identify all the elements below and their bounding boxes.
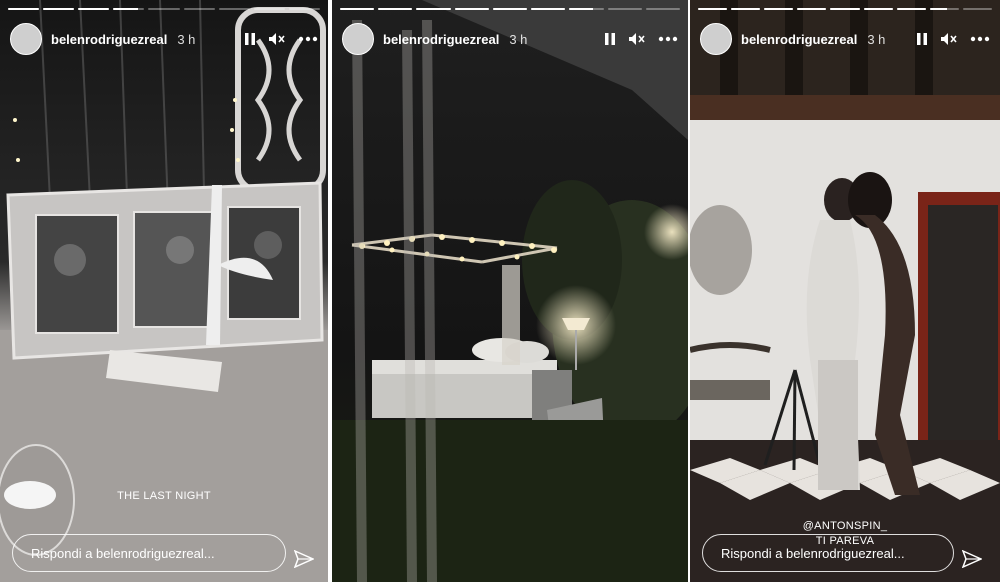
progress-segment	[569, 8, 594, 10]
mute-icon[interactable]	[940, 32, 958, 46]
progress-segment	[531, 8, 566, 10]
send-icon[interactable]	[294, 550, 314, 568]
avatar[interactable]	[342, 23, 374, 55]
mute-icon[interactable]	[268, 32, 286, 46]
progress-segment	[378, 8, 413, 10]
progress-bar	[340, 8, 680, 10]
story-panel-2[interactable]: belenrodriguezreal 3 h	[332, 0, 688, 582]
progress-segment	[454, 8, 489, 10]
progress-segment	[863, 8, 893, 10]
progress-segment	[340, 8, 375, 10]
progress-segment	[113, 8, 139, 10]
more-icon[interactable]	[658, 36, 678, 42]
mute-icon[interactable]	[628, 32, 646, 46]
timestamp: 3 h	[867, 31, 886, 47]
progress-segment	[43, 8, 75, 10]
pause-icon[interactable]	[604, 32, 616, 46]
send-icon[interactable]	[962, 550, 982, 568]
story-caption: THE LAST NIGHT	[117, 490, 211, 502]
progress-bar	[698, 8, 992, 10]
username[interactable]: belenrodriguezreal	[383, 32, 499, 47]
reply-input[interactable]: Rispondi a belenrodriguezreal...	[12, 534, 286, 572]
progress-segment	[929, 8, 948, 10]
username[interactable]: belenrodriguezreal	[51, 32, 167, 47]
avatar[interactable]	[10, 23, 42, 55]
story-header: belenrodriguezreal 3 h	[700, 22, 990, 56]
progress-segment	[830, 8, 860, 10]
story-header: belenrodriguezreal 3 h	[10, 22, 318, 56]
pause-icon[interactable]	[244, 32, 256, 46]
story-panel-1[interactable]: belenrodriguezreal 3 h THE LAST NIGHT Ri…	[0, 0, 328, 582]
username[interactable]: belenrodriguezreal	[741, 32, 857, 47]
story-panel-3[interactable]: belenrodriguezreal 3 h @ANTONSPIN_ TI PA…	[690, 0, 1000, 582]
progress-segment	[416, 8, 451, 10]
progress-bar	[8, 8, 320, 10]
story-header: belenrodriguezreal 3 h	[342, 22, 678, 56]
mention-tag[interactable]: @ANTONSPIN_	[690, 520, 1000, 532]
more-icon[interactable]	[298, 36, 318, 42]
pause-icon[interactable]	[916, 32, 928, 46]
progress-segment	[78, 8, 110, 10]
progress-segment	[797, 8, 827, 10]
progress-segment	[492, 8, 528, 10]
avatar[interactable]	[700, 23, 732, 55]
progress-segment	[764, 8, 794, 10]
more-icon[interactable]	[970, 36, 990, 42]
progress-segment	[8, 8, 40, 10]
story-image-garden	[332, 0, 688, 582]
timestamp: 3 h	[509, 31, 528, 47]
progress-segment	[698, 8, 728, 10]
timestamp: 3 h	[177, 31, 196, 47]
progress-segment	[731, 8, 761, 10]
reply-input[interactable]: Rispondi a belenrodriguezreal...	[702, 534, 954, 572]
progress-segment	[896, 8, 926, 10]
story-image-couple	[690, 0, 1000, 582]
